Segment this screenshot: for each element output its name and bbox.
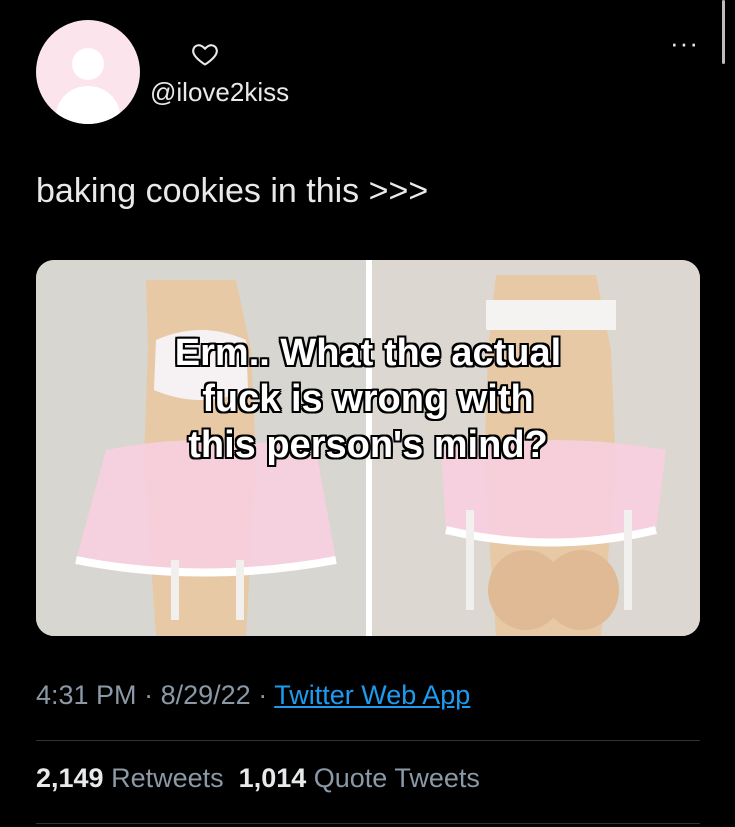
retweets-count: 2,149 (36, 763, 104, 793)
quotes-label: Quote Tweets (313, 763, 480, 793)
quotes-stat[interactable]: 1,014 Quote Tweets (239, 763, 480, 793)
source-link[interactable]: Twitter Web App (274, 680, 470, 710)
avatar-shoulders-shape (56, 86, 120, 124)
separator: · (144, 680, 154, 710)
tweet-time[interactable]: 4:31 PM (36, 680, 137, 710)
separator: · (258, 680, 268, 710)
caption-line: this person's mind? (188, 424, 548, 466)
user-handle[interactable]: @ilove2kiss (150, 77, 289, 108)
tweet-date[interactable]: 8/29/22 (161, 680, 251, 710)
divider (36, 740, 700, 741)
retweets-label: Retweets (111, 763, 224, 793)
retweets-stat[interactable]: 2,149 Retweets (36, 763, 224, 793)
heart-icon[interactable] (191, 40, 219, 68)
caption-line: Erm.. What the actual (174, 332, 562, 374)
avatar-head-shape (72, 48, 104, 80)
avatar[interactable] (36, 20, 140, 124)
tweet-stats: 2,149 Retweets 1,014 Quote Tweets (36, 763, 480, 794)
more-options-icon[interactable]: ··· (670, 30, 699, 56)
divider (36, 823, 700, 824)
caption-line: fuck is wrong with (202, 378, 534, 420)
quotes-count: 1,014 (238, 763, 307, 793)
scrollbar[interactable] (722, 0, 725, 64)
image-caption: Erm.. What the actual fuck is wrong with… (36, 330, 700, 468)
tweet-text: baking cookies in this >>> (36, 172, 429, 210)
tweet-metadata: 4:31 PM · 8/29/22 · Twitter Web App (36, 680, 470, 711)
tweet-media[interactable]: Erm.. What the actual fuck is wrong with… (36, 260, 700, 636)
